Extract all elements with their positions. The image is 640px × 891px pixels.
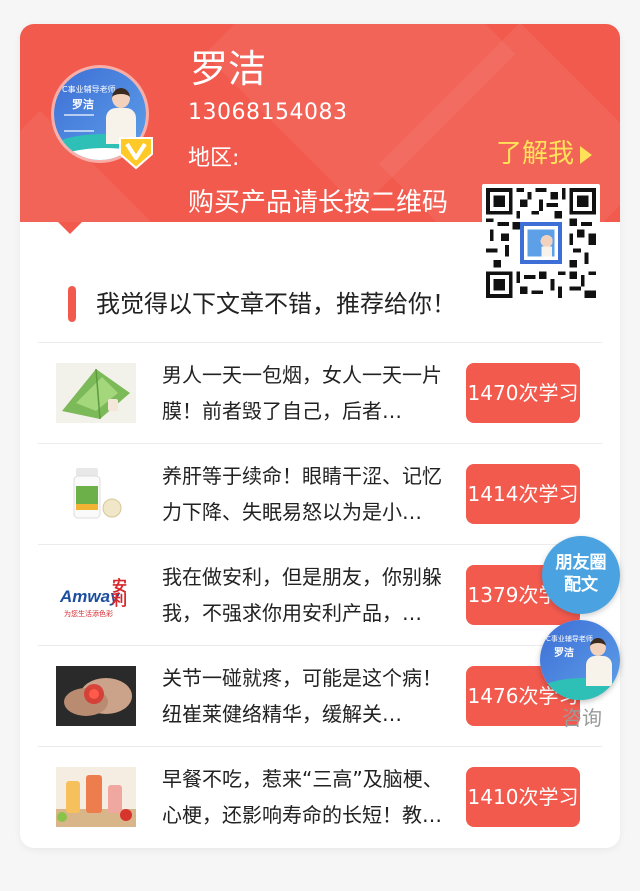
section-title-bar [68,286,76,322]
article-title: 养肝等于续命！眼睛干涩、记忆力下降、失眠易怒以为是小… [162,464,442,524]
amway-logo-cn: 安利 [112,577,128,609]
list-item[interactable]: 养肝等于续命！眼睛干涩、记忆力下降、失眠易怒以为是小… 1414次学习 [38,443,602,545]
learn-count-button[interactable]: 1470次学习 [466,363,580,423]
section-title-text: 我觉得以下文章不错，推荐给你！ [96,290,456,318]
floating-avatar-name: 罗洁 [554,648,574,659]
about-me-label: 了解我 [496,139,575,169]
knee-photo-icon [56,666,136,726]
list-item[interactable]: 关节一碰就疼，可能是这个病！纽崔莱健络精华，缓解关… 1476次学习 [38,645,602,747]
learn-count-button[interactable]: 1410次学习 [466,767,580,827]
article-title: 我在做安利，但是朋友，你别躲我，不强求你用安利产品，… [162,565,442,625]
supplement-bottle-icon [56,464,136,524]
amway-logo-slogan: 为您生活添色彩 [64,610,113,618]
profile-card: C事业辅导老师 罗洁 罗洁 13068154083 地区: 购买产品请长按二维码… [20,24,620,848]
moments-caption-line1: 朋友圈 [555,553,607,573]
profile-phone: 13068154083 [188,100,348,125]
breakfast-photo-icon [56,767,136,827]
list-item[interactable]: 男人一天一包烟，女人一天一片膜！前者毁了自己，后者… 1470次学习 [38,342,602,444]
buy-tip: 购买产品请长按二维码 [188,188,449,218]
list-item[interactable]: Amway 安利 为您生活添色彩 我在做安利，但是朋友，你别躲我，不强求你用安利… [38,544,602,646]
qr-code[interactable] [482,184,600,302]
floating-avatar[interactable]: C事业辅导老师 罗洁 [540,620,620,700]
about-me-button[interactable]: 了解我 [496,134,593,174]
amway-logo-icon: Amway 安利 为您生活添色彩 [56,565,136,625]
qr-code-icon [486,188,596,298]
profile-name: 罗洁 [190,47,267,91]
list-item[interactable]: 早餐不吃，惹来“三高”及脑梗、心梗，还影响寿命的长短！教… 1410次学习 [38,746,602,848]
article-title: 关节一碰就疼，可能是这个病！纽崔莱健络精华，缓解关… [162,666,442,726]
leaf-photo-icon [56,363,136,423]
consult-button[interactable]: 咨询 [562,702,602,731]
learn-count-button[interactable]: 1414次学习 [466,464,580,524]
avatar-caption-name: 罗洁 [72,98,94,111]
article-title: 早餐不吃，惹来“三高”及脑梗、心梗，还影响寿命的长短！教… [162,767,443,827]
amway-logo-brand: Amway [60,587,120,606]
header-notch [58,222,82,234]
floating-avatar-title: C事业辅导老师 [546,635,593,643]
profile-region: 地区: [188,146,240,171]
article-title: 男人一天一包烟，女人一天一片膜！前者毁了自己，后者… [162,363,442,423]
vip-badge-icon [119,137,153,170]
moments-caption-line2: 配文 [564,575,598,595]
moments-caption-button[interactable]: 朋友圈 配文 [542,536,620,614]
arrow-right-icon [580,145,593,164]
